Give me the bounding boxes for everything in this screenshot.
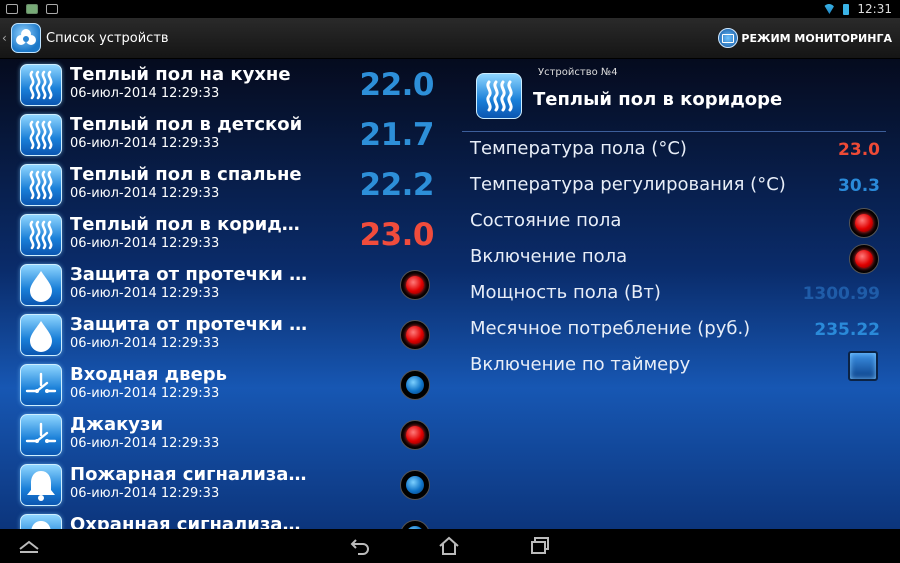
device-timestamp: 06-июл-2014 12:29:33 bbox=[70, 236, 220, 251]
bell-icon bbox=[20, 464, 62, 506]
monitoring-mode-label: РЕЖИМ МОНИТОРИНГА bbox=[741, 31, 892, 45]
detail-label: Температура регулирования (°C) bbox=[470, 174, 786, 195]
device-name: Теплый пол на кухне bbox=[70, 64, 291, 85]
detail-value: 1300.99 bbox=[802, 284, 880, 304]
app-notification-icon bbox=[26, 4, 38, 14]
page-title: Список устройств bbox=[46, 30, 169, 46]
detail-row: Месячное потребление (руб.) 235.22 bbox=[462, 312, 886, 348]
recent-apps-icon[interactable] bbox=[528, 535, 552, 557]
detail-value: 235.22 bbox=[814, 320, 880, 340]
timer-toggle[interactable] bbox=[848, 351, 878, 381]
device-number: Устройство №4 bbox=[538, 67, 618, 78]
device-timestamp: 06-июл-2014 12:29:33 bbox=[70, 136, 220, 151]
device-list-item[interactable]: Защита от протечки ку… 06-июл-2014 12:29:… bbox=[0, 310, 450, 360]
app-logo-icon[interactable] bbox=[11, 23, 41, 53]
monitoring-mode-button[interactable]: РЕЖИМ МОНИТОРИНГА bbox=[718, 28, 892, 48]
status-indicator-red bbox=[400, 320, 430, 350]
device-timestamp: 06-июл-2014 12:29:33 bbox=[70, 386, 220, 401]
sd-card-icon bbox=[46, 4, 58, 14]
device-name: Теплый пол в спальне bbox=[70, 164, 302, 185]
status-indicator-red bbox=[849, 244, 879, 274]
floor-heating-icon bbox=[476, 73, 522, 119]
detail-label: Состояние пола bbox=[470, 210, 622, 231]
device-value: 23.0 bbox=[359, 217, 435, 253]
wifi-icon bbox=[823, 4, 836, 14]
detail-label: Включение пола bbox=[470, 246, 628, 267]
device-name: Охранная сигнализация bbox=[70, 514, 310, 529]
floor-heating-icon bbox=[20, 214, 62, 256]
device-list-item[interactable]: Теплый пол в спальне 06-июл-2014 12:29:33… bbox=[0, 160, 450, 210]
switch-icon bbox=[20, 414, 62, 456]
water-drop-icon bbox=[20, 264, 62, 306]
device-timestamp: 06-июл-2014 12:29:33 bbox=[70, 336, 220, 351]
floor-heating-icon bbox=[20, 114, 62, 156]
status-indicator-red bbox=[400, 420, 430, 450]
status-indicator-red bbox=[849, 208, 879, 238]
device-list-item[interactable]: Джакузи 06-июл-2014 12:29:33 bbox=[0, 410, 450, 460]
device-timestamp: 06-июл-2014 12:29:33 bbox=[70, 186, 220, 201]
floor-heating-icon bbox=[20, 164, 62, 206]
water-drop-icon bbox=[20, 314, 62, 356]
device-name: Входная дверь bbox=[70, 364, 228, 385]
back-chevron-icon[interactable]: ‹ bbox=[2, 31, 10, 45]
detail-row: Мощность пола (Вт) 1300.99 bbox=[462, 276, 886, 312]
back-icon[interactable] bbox=[348, 535, 372, 557]
monitor-icon bbox=[718, 28, 739, 48]
switch-icon bbox=[20, 364, 62, 406]
action-bar: ‹ Список устройств РЕЖИМ МОНИТОРИНГА bbox=[0, 18, 900, 59]
status-indicator-red bbox=[400, 270, 430, 300]
device-name: Джакузи bbox=[70, 414, 164, 435]
device-title: Теплый пол в коридоре bbox=[533, 89, 783, 110]
device-detail-panel: Устройство №4 Теплый пол в коридоре Темп… bbox=[462, 59, 900, 529]
detail-value: 30.3 bbox=[838, 176, 880, 196]
home-icon[interactable] bbox=[437, 535, 461, 557]
detail-label: Температура пола (°C) bbox=[470, 138, 687, 159]
detail-row: Включение пола bbox=[462, 240, 886, 276]
detail-row: Включение по таймеру bbox=[462, 348, 886, 384]
navigation-bar bbox=[0, 529, 900, 563]
detail-row: Температура пола (°C) 23.0 bbox=[462, 132, 886, 168]
device-value: 22.2 bbox=[359, 167, 435, 203]
device-list-item[interactable]: Теплый пол на кухне 06-июл-2014 12:29:33 2… bbox=[0, 60, 450, 110]
device-list-item[interactable]: Теплый пол в детской 06-июл-2014 12:29:33… bbox=[0, 110, 450, 160]
detail-header: Устройство №4 Теплый пол в коридоре bbox=[462, 59, 886, 132]
device-list-item[interactable]: Защита от протечки ва… 06-июл-2014 12:29:… bbox=[0, 260, 450, 310]
status-indicator-blue bbox=[400, 520, 430, 529]
device-timestamp: 06-июл-2014 12:29:33 bbox=[70, 86, 220, 101]
hide-keyboard-icon[interactable] bbox=[17, 535, 41, 557]
detail-value: 23.0 bbox=[838, 140, 880, 160]
device-list-item[interactable]: Входная дверь 06-июл-2014 12:29:33 bbox=[0, 360, 450, 410]
battery-icon bbox=[843, 3, 850, 15]
device-value: 21.7 bbox=[359, 117, 435, 153]
device-name: Защита от протечки ва… bbox=[70, 264, 310, 285]
device-name: Пожарная сигнализация bbox=[70, 464, 310, 485]
main-area: Теплый пол на кухне 06-июл-2014 12:29:33 2… bbox=[0, 59, 900, 529]
device-timestamp: 06-июл-2014 12:29:33 bbox=[70, 436, 220, 451]
status-time: 12:31 bbox=[857, 2, 892, 16]
device-name: Теплый пол в детской bbox=[70, 114, 303, 135]
device-name: Защита от протечки ку… bbox=[70, 314, 310, 335]
bell-icon bbox=[20, 514, 62, 529]
device-name: Теплый пол в коридоре bbox=[70, 214, 310, 235]
device-value: 22.0 bbox=[359, 67, 435, 103]
status-indicator-blue bbox=[400, 370, 430, 400]
screenshot-notification-icon bbox=[6, 4, 18, 14]
detail-label: Месячное потребление (руб.) bbox=[470, 318, 751, 339]
status-indicator-blue bbox=[400, 470, 430, 500]
device-list-item[interactable]: Теплый пол в коридоре 06-июл-2014 12:29:3… bbox=[0, 210, 450, 260]
detail-row: Состояние пола bbox=[462, 204, 886, 240]
device-list-item[interactable]: Охранная сигнализация bbox=[0, 510, 450, 529]
detail-row: Температура регулирования (°C) 30.3 bbox=[462, 168, 886, 204]
status-bar: 12:31 bbox=[0, 0, 900, 18]
device-list[interactable]: Теплый пол на кухне 06-июл-2014 12:29:33 2… bbox=[0, 59, 450, 529]
device-timestamp: 06-июл-2014 12:29:33 bbox=[70, 486, 220, 501]
device-timestamp: 06-июл-2014 12:29:33 bbox=[70, 286, 220, 301]
detail-label: Включение по таймеру bbox=[470, 354, 691, 375]
detail-label: Мощность пола (Вт) bbox=[470, 282, 661, 303]
device-list-item[interactable]: Пожарная сигнализация 06-июл-2014 12:29:3… bbox=[0, 460, 450, 510]
floor-heating-icon bbox=[20, 64, 62, 106]
